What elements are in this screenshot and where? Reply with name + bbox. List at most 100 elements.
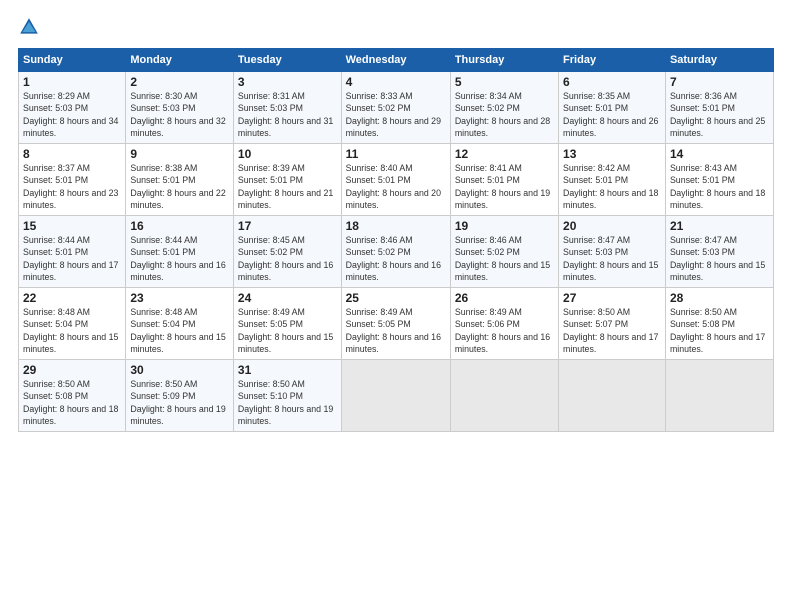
day-number: 11 [346,147,446,161]
cell-w5-d7 [665,360,773,432]
cell-w4-d3: 24 Sunrise: 8:49 AMSunset: 5:05 PMDayligh… [233,288,341,360]
day-number: 23 [130,291,229,305]
day-number: 6 [563,75,661,89]
day-info: Sunrise: 8:43 AMSunset: 5:01 PMDaylight:… [670,163,765,210]
day-info: Sunrise: 8:50 AMSunset: 5:10 PMDaylight:… [238,379,333,426]
cell-w5-d4 [341,360,450,432]
day-info: Sunrise: 8:50 AMSunset: 5:08 PMDaylight:… [23,379,118,426]
day-info: Sunrise: 8:50 AMSunset: 5:09 PMDaylight:… [130,379,225,426]
cell-w5-d3: 31Sunrise: 8:50 AMSunset: 5:10 PMDayligh… [233,360,341,432]
day-info: Sunrise: 8:44 AMSunset: 5:01 PMDaylight:… [130,235,225,282]
day-info: Sunrise: 8:40 AMSunset: 5:01 PMDaylight:… [346,163,441,210]
day-number: 20 [563,219,661,233]
cell-w3-d1: 15 Sunrise: 8:44 AMSunset: 5:01 PMDayligh… [19,216,126,288]
day-info: Sunrise: 8:46 AMSunset: 5:02 PMDaylight:… [455,235,550,282]
day-info: Sunrise: 8:48 AMSunset: 5:04 PMDaylight:… [23,307,118,354]
cell-w5-d5 [450,360,558,432]
col-header-thursday: Thursday [450,49,558,72]
calendar-body: 1Sunrise: 8:29 AMSunset: 5:03 PMDaylight… [19,72,774,432]
cell-w3-d6: 20 Sunrise: 8:47 AMSunset: 5:03 PMDayligh… [559,216,666,288]
cell-w1-d2: 2Sunrise: 8:30 AMSunset: 5:03 PMDaylight… [126,72,234,144]
week-row-2: 8Sunrise: 8:37 AMSunset: 5:01 PMDaylight… [19,144,774,216]
day-info: Sunrise: 8:47 AMSunset: 5:03 PMDaylight:… [563,235,658,282]
day-number: 17 [238,219,337,233]
week-row-5: 29 Sunrise: 8:50 AMSunset: 5:08 PMDayligh… [19,360,774,432]
day-number: 25 [346,291,446,305]
cell-w4-d5: 26 Sunrise: 8:49 AMSunset: 5:06 PMDayligh… [450,288,558,360]
day-number: 13 [563,147,661,161]
cell-w1-d6: 6 Sunrise: 8:35 AMSunset: 5:01 PMDaylight… [559,72,666,144]
col-header-sunday: Sunday [19,49,126,72]
cell-w1-d3: 3 Sunrise: 8:31 AMSunset: 5:03 PMDaylight… [233,72,341,144]
day-info: Sunrise: 8:37 AMSunset: 5:01 PMDaylight:… [23,163,118,210]
day-number: 29 [23,363,121,377]
col-header-monday: Monday [126,49,234,72]
day-info: Sunrise: 8:42 AMSunset: 5:01 PMDaylight:… [563,163,658,210]
day-info: Sunrise: 8:35 AMSunset: 5:01 PMDaylight:… [563,91,658,138]
cell-w3-d4: 18 Sunrise: 8:46 AMSunset: 5:02 PMDayligh… [341,216,450,288]
cell-w3-d7: 21Sunrise: 8:47 AMSunset: 5:03 PMDayligh… [665,216,773,288]
cell-w1-d5: 5 Sunrise: 8:34 AMSunset: 5:02 PMDaylight… [450,72,558,144]
cell-w5-d6 [559,360,666,432]
day-info: Sunrise: 8:50 AMSunset: 5:07 PMDaylight:… [563,307,658,354]
day-info: Sunrise: 8:39 AMSunset: 5:01 PMDaylight:… [238,163,333,210]
day-info: Sunrise: 8:50 AMSunset: 5:08 PMDaylight:… [670,307,765,354]
day-info: Sunrise: 8:49 AMSunset: 5:06 PMDaylight:… [455,307,550,354]
day-number: 27 [563,291,661,305]
cell-w5-d1: 29 Sunrise: 8:50 AMSunset: 5:08 PMDayligh… [19,360,126,432]
day-number: 26 [455,291,554,305]
day-info: Sunrise: 8:41 AMSunset: 5:01 PMDaylight:… [455,163,550,210]
day-info: Sunrise: 8:38 AMSunset: 5:01 PMDaylight:… [130,163,225,210]
calendar-table: SundayMondayTuesdayWednesdayThursdayFrid… [18,48,774,432]
day-number: 7 [670,75,769,89]
col-header-friday: Friday [559,49,666,72]
day-number: 5 [455,75,554,89]
day-info: Sunrise: 8:46 AMSunset: 5:02 PMDaylight:… [346,235,441,282]
week-row-4: 22 Sunrise: 8:48 AMSunset: 5:04 PMDayligh… [19,288,774,360]
cell-w2-d4: 11 Sunrise: 8:40 AMSunset: 5:01 PMDayligh… [341,144,450,216]
day-info: Sunrise: 8:49 AMSunset: 5:05 PMDaylight:… [238,307,333,354]
cell-w2-d5: 12 Sunrise: 8:41 AMSunset: 5:01 PMDayligh… [450,144,558,216]
day-number: 14 [670,147,769,161]
logo [18,16,43,38]
day-number: 30 [130,363,229,377]
day-info: Sunrise: 8:48 AMSunset: 5:04 PMDaylight:… [130,307,225,354]
day-number: 24 [238,291,337,305]
day-number: 3 [238,75,337,89]
header [18,16,774,38]
day-number: 12 [455,147,554,161]
cell-w5-d2: 30 Sunrise: 8:50 AMSunset: 5:09 PMDayligh… [126,360,234,432]
day-info: Sunrise: 8:45 AMSunset: 5:02 PMDaylight:… [238,235,333,282]
day-info: Sunrise: 8:44 AMSunset: 5:01 PMDaylight:… [23,235,118,282]
week-row-3: 15 Sunrise: 8:44 AMSunset: 5:01 PMDayligh… [19,216,774,288]
day-number: 15 [23,219,121,233]
day-number: 9 [130,147,229,161]
day-info: Sunrise: 8:34 AMSunset: 5:02 PMDaylight:… [455,91,550,138]
day-info: Sunrise: 8:29 AMSunset: 5:03 PMDaylight:… [23,91,118,138]
day-info: Sunrise: 8:31 AMSunset: 5:03 PMDaylight:… [238,91,333,138]
day-info: Sunrise: 8:36 AMSunset: 5:01 PMDaylight:… [670,91,765,138]
day-info: Sunrise: 8:30 AMSunset: 5:03 PMDaylight:… [130,91,225,138]
day-number: 22 [23,291,121,305]
cell-w4-d4: 25Sunrise: 8:49 AMSunset: 5:05 PMDayligh… [341,288,450,360]
cell-w4-d6: 27 Sunrise: 8:50 AMSunset: 5:07 PMDayligh… [559,288,666,360]
day-info: Sunrise: 8:33 AMSunset: 5:02 PMDaylight:… [346,91,441,138]
cell-w3-d5: 19 Sunrise: 8:46 AMSunset: 5:02 PMDayligh… [450,216,558,288]
day-number: 16 [130,219,229,233]
col-header-tuesday: Tuesday [233,49,341,72]
day-number: 10 [238,147,337,161]
day-info: Sunrise: 8:47 AMSunset: 5:03 PMDaylight:… [670,235,765,282]
cell-w4-d7: 28Sunrise: 8:50 AMSunset: 5:08 PMDayligh… [665,288,773,360]
cell-w2-d3: 10 Sunrise: 8:39 AMSunset: 5:01 PMDayligh… [233,144,341,216]
cell-w1-d4: 4 Sunrise: 8:33 AMSunset: 5:02 PMDaylight… [341,72,450,144]
day-number: 19 [455,219,554,233]
calendar-header-row: SundayMondayTuesdayWednesdayThursdayFrid… [19,49,774,72]
cell-w1-d1: 1Sunrise: 8:29 AMSunset: 5:03 PMDaylight… [19,72,126,144]
cell-w1-d7: 7 Sunrise: 8:36 AMSunset: 5:01 PMDaylight… [665,72,773,144]
day-number: 18 [346,219,446,233]
cell-w2-d7: 14 Sunrise: 8:43 AMSunset: 5:01 PMDayligh… [665,144,773,216]
day-number: 4 [346,75,446,89]
cell-w2-d6: 13 Sunrise: 8:42 AMSunset: 5:01 PMDayligh… [559,144,666,216]
cell-w4-d1: 22 Sunrise: 8:48 AMSunset: 5:04 PMDayligh… [19,288,126,360]
cell-w4-d2: 23 Sunrise: 8:48 AMSunset: 5:04 PMDayligh… [126,288,234,360]
